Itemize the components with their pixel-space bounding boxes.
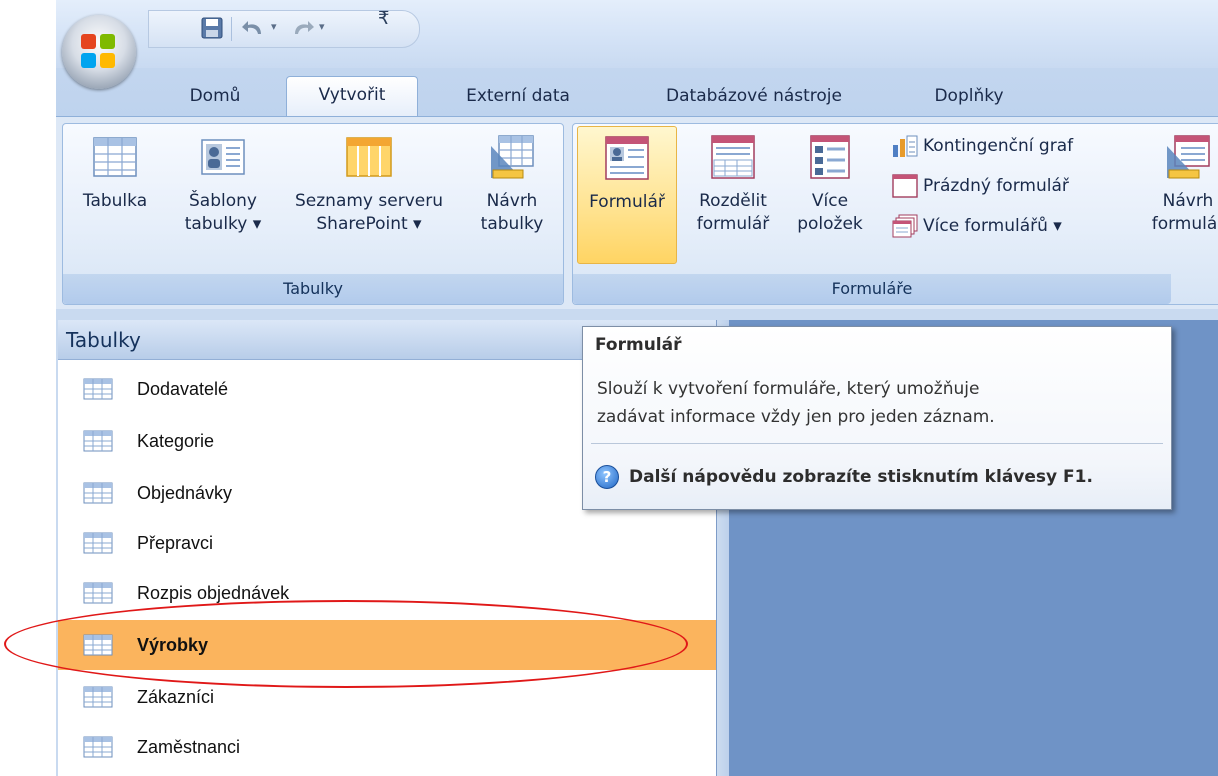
form-button-label: Formulář <box>589 192 665 212</box>
pivot-chart-icon <box>893 135 918 157</box>
customize-toolbar-icon[interactable]: ₹ <box>378 8 389 29</box>
sharepoint-lists-button[interactable]: Seznamy serveru SharePoint ▾ <box>281 132 457 236</box>
form-design-button[interactable]: Návrh formulář <box>1143 132 1218 236</box>
save-icon[interactable] <box>201 17 223 39</box>
table-button[interactable]: Tabulka <box>73 132 157 213</box>
table-icon <box>83 532 113 554</box>
multiple-items-button[interactable]: Více položek <box>785 132 875 236</box>
office-logo-icon <box>81 34 117 70</box>
undo-dropdown-icon[interactable]: ▾ <box>271 20 277 33</box>
split-form-icon <box>711 135 755 179</box>
office-button[interactable] <box>62 15 136 89</box>
more-forms-button[interactable]: Více formulářů ▾ <box>891 210 1062 242</box>
more-forms-icon <box>892 214 918 238</box>
blank-form-icon <box>892 174 918 198</box>
sharepoint-list-icon <box>346 137 392 177</box>
table-icon <box>83 430 113 452</box>
group-forms-label: Formuláře <box>573 274 1171 304</box>
table-icon <box>93 137 137 177</box>
group-forms: Formulář Rozdělit formulář Více položek … <box>572 123 1218 305</box>
tooltip-title: Formulář <box>595 335 682 355</box>
table-icon <box>83 736 113 758</box>
nav-item-zamestnanci[interactable]: Zaměstnanci <box>58 722 716 772</box>
form-button[interactable]: Formulář <box>577 126 677 264</box>
table-icon <box>83 686 113 708</box>
table-icon <box>83 482 113 504</box>
form-icon <box>605 136 649 180</box>
redo-dropdown-icon[interactable]: ▾ <box>319 20 325 33</box>
blank-form-button[interactable]: Prázdný formulář <box>891 170 1069 202</box>
nav-item-prepravci[interactable]: Přepravci <box>58 518 716 568</box>
table-button-label: Tabulka <box>82 191 148 211</box>
tooltip-body: Slouží k vytvoření formuláře, který umož… <box>597 379 995 427</box>
group-tables-label: Tabulky <box>63 274 563 304</box>
table-design-icon <box>491 135 534 179</box>
tab-database-tools[interactable]: Databázové nástroje <box>634 78 874 116</box>
nav-item-rozpis-objednavek[interactable]: Rozpis objednávek <box>58 568 716 618</box>
ribbon-tabs: Domů Vytvořit Externí data Databázové ná… <box>56 68 1218 117</box>
help-icon: ? <box>595 465 619 489</box>
table-templates-button[interactable]: Šablony tabulky ▾ <box>173 132 273 236</box>
nav-item-vyrobky[interactable]: Výrobky <box>58 620 716 670</box>
tab-home[interactable]: Domů <box>166 78 264 116</box>
tooltip-separator <box>591 443 1163 444</box>
tooltip-help: ? Další nápovědu zobrazíte stisknutím klá… <box>595 465 1093 489</box>
multiple-items-icon <box>810 135 850 179</box>
table-templates-icon <box>201 139 245 175</box>
undo-icon[interactable] <box>241 17 267 39</box>
title-bar: ▾ ▾ ₹ <box>56 0 1218 89</box>
form-design-icon <box>1167 135 1210 179</box>
table-design-button[interactable]: Návrh tabulky <box>467 132 557 236</box>
ribbon: Tabulka Šablony tabulky ▾ Seznamy server… <box>56 116 1218 309</box>
table-icon <box>83 634 113 656</box>
table-icon <box>83 582 113 604</box>
split-form-button[interactable]: Rozdělit formulář <box>681 132 785 236</box>
table-icon <box>83 378 113 400</box>
nav-item-zakaznici[interactable]: Zákazníci <box>58 672 716 722</box>
group-tables: Tabulka Šablony tabulky ▾ Seznamy server… <box>62 123 564 305</box>
tab-create[interactable]: Vytvořit <box>286 76 418 117</box>
form-tooltip: Formulář Slouží k vytvoření formuláře, k… <box>582 326 1172 510</box>
pivot-chart-button[interactable]: Kontingenční graf <box>891 130 1073 162</box>
tab-external-data[interactable]: Externí data <box>438 78 598 116</box>
redo-icon[interactable] <box>289 17 315 39</box>
tab-addins[interactable]: Doplňky <box>914 78 1024 116</box>
